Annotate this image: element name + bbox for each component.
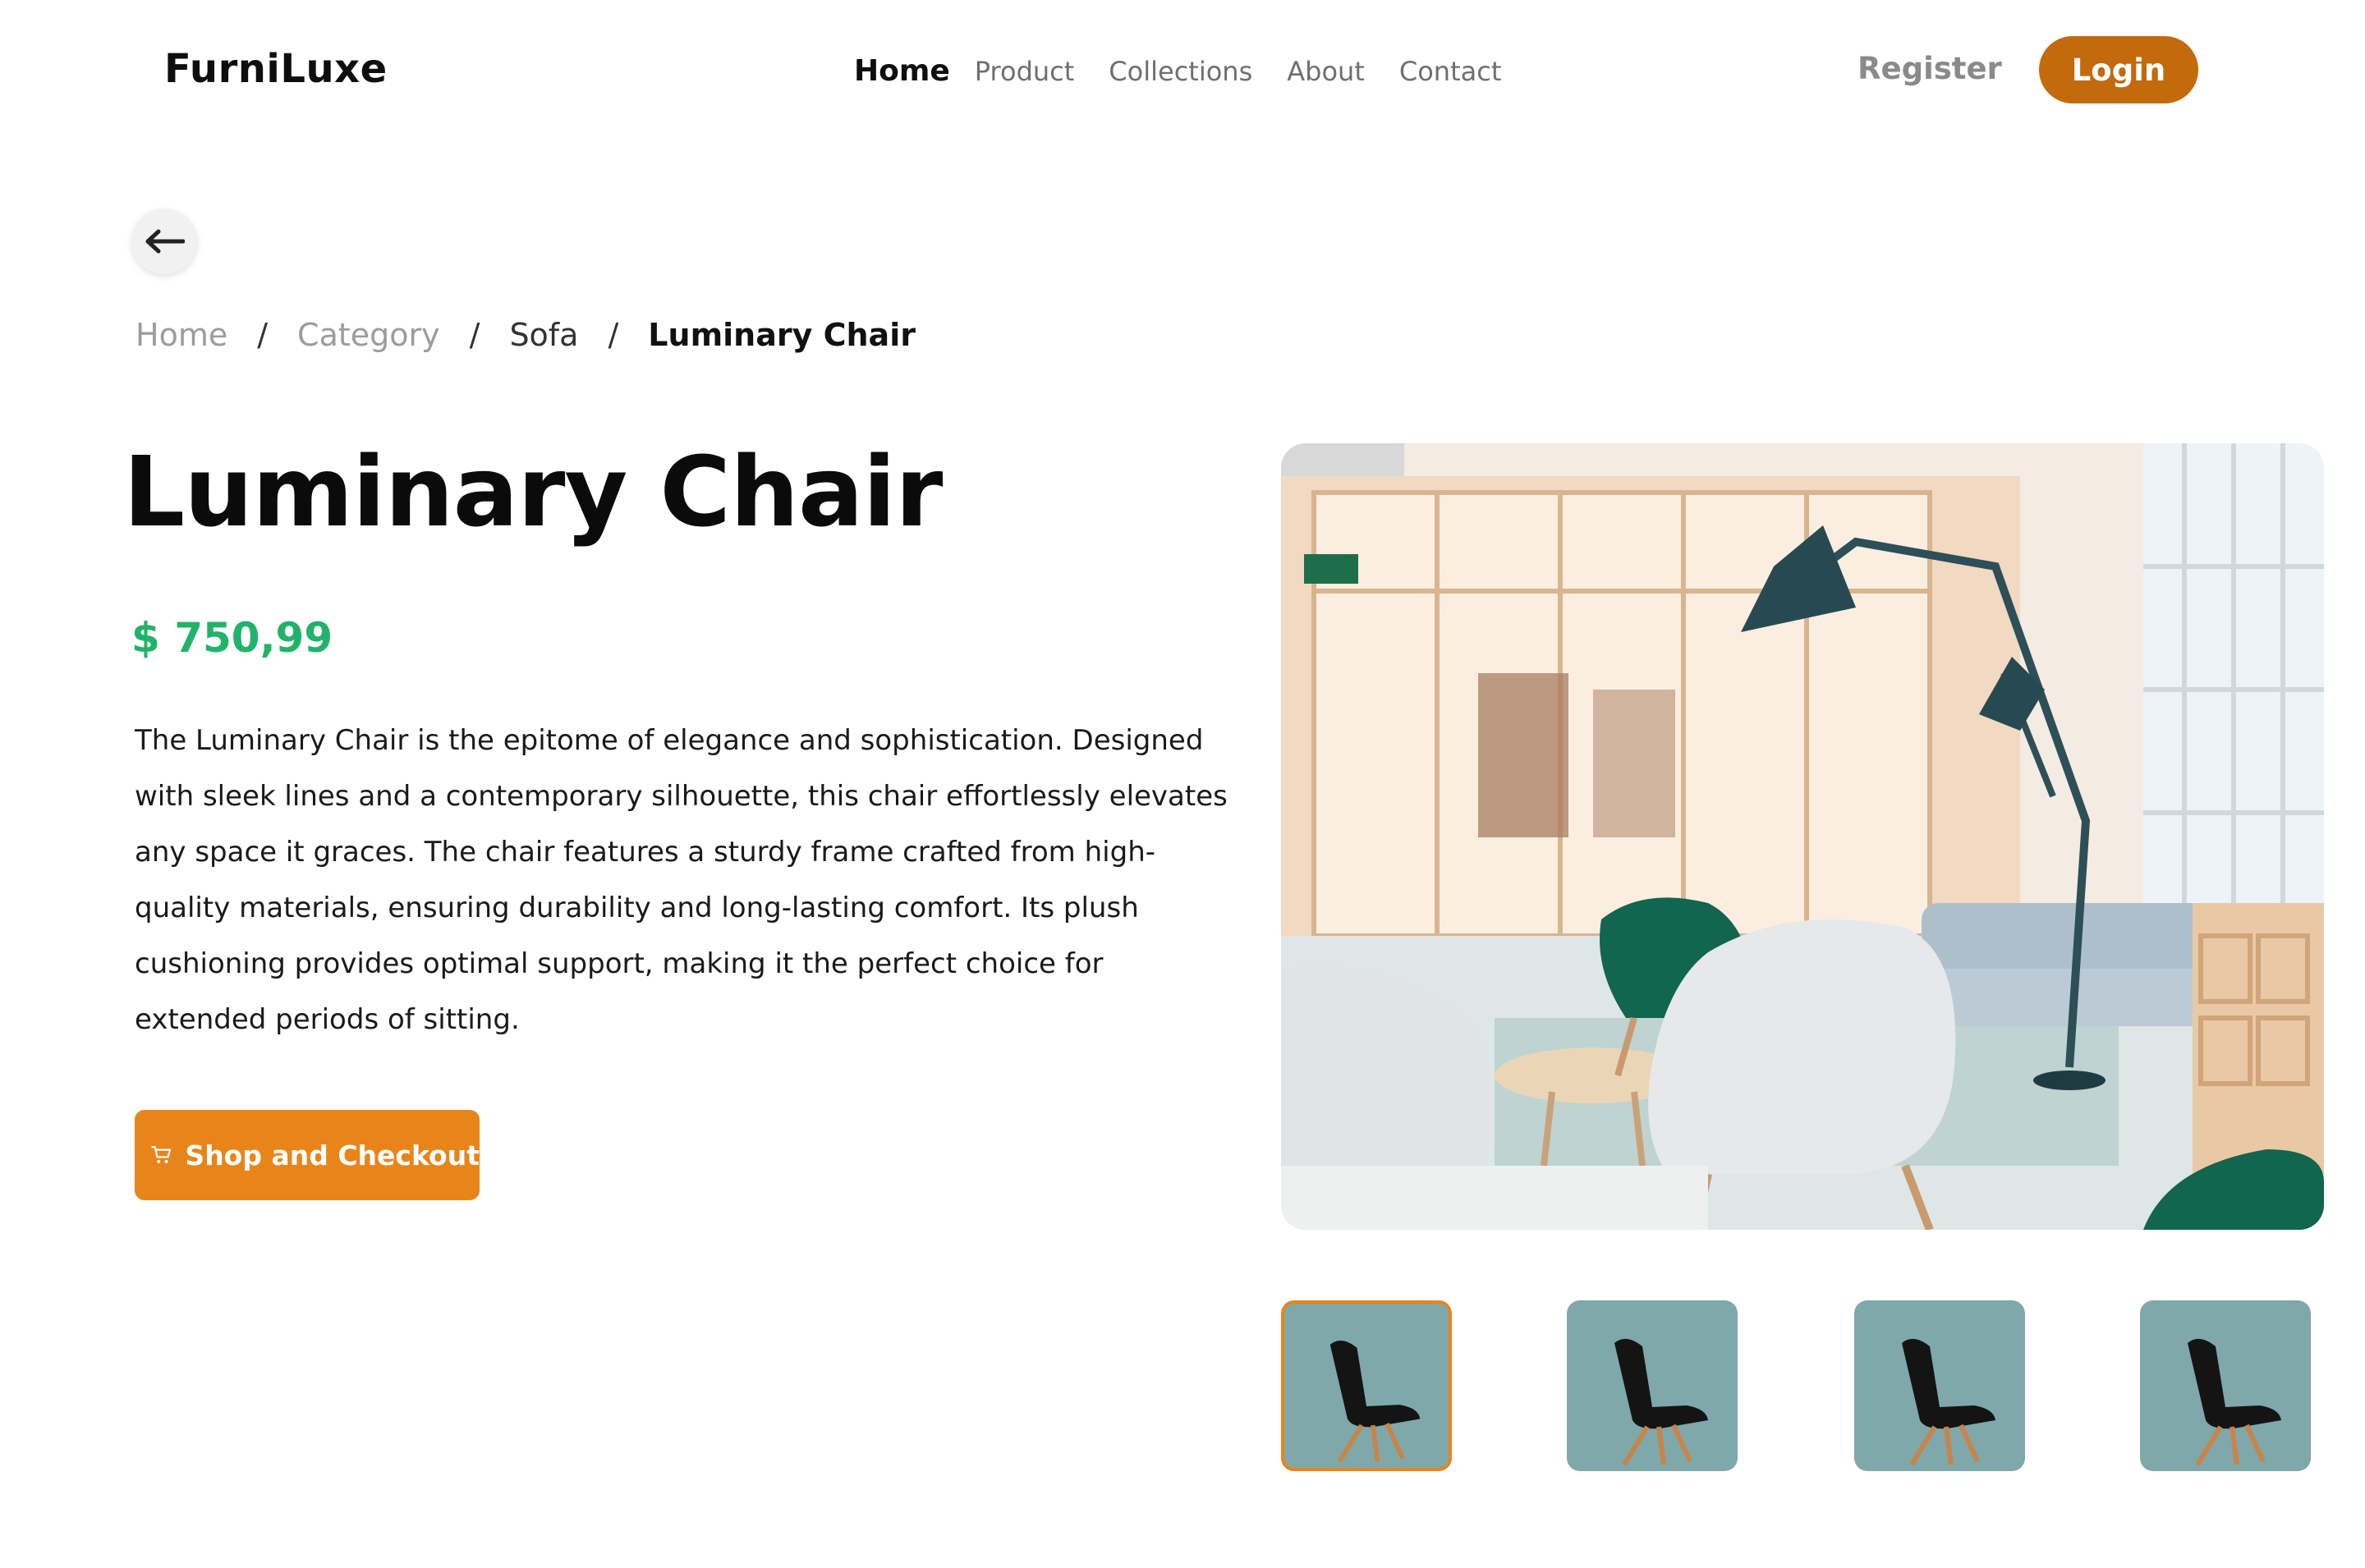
breadcrumb-home[interactable]: Home (135, 317, 227, 353)
back-button[interactable] (131, 209, 197, 274)
shop-checkout-button[interactable]: Shop and Checkout (135, 1110, 480, 1200)
product-main-image (1281, 443, 2324, 1230)
thumbnail-2[interactable] (1567, 1300, 1738, 1471)
cart-icon (151, 1146, 172, 1163)
nav-collections[interactable]: Collections (1109, 56, 1252, 87)
breadcrumb: Home / Category / Sofa / Luminary Chair (135, 317, 916, 353)
login-button[interactable]: Login (2039, 36, 2198, 103)
thumbnail-4[interactable] (2140, 1300, 2311, 1471)
breadcrumb-category[interactable]: Category (297, 317, 440, 353)
nav-product[interactable]: Product (975, 56, 1075, 87)
breadcrumb-separator: / (469, 317, 480, 353)
description-line: cushioning provides optimal support, mak… (135, 947, 1104, 980)
description-line: extended periods of sitting. (135, 1003, 520, 1036)
register-link[interactable]: Register (1858, 51, 2002, 86)
chair-thumbnail-image (2188, 1338, 2281, 1466)
breadcrumb-sofa[interactable]: Sofa (509, 317, 578, 353)
brand-logo[interactable]: FurniLuxe (164, 46, 388, 92)
description-line: with sleek lines and a contemporary silh… (135, 780, 1228, 813)
thumbnail-3[interactable] (1854, 1300, 2025, 1471)
back-arrow-icon (145, 229, 185, 254)
product-description: The Luminary Chair is the epitome of ele… (135, 713, 1228, 1048)
nav-about[interactable]: About (1287, 56, 1365, 87)
shop-checkout-label: Shop and Checkout (185, 1139, 480, 1171)
chair-thumbnail-image (1329, 1341, 1421, 1463)
description-line: quality materials, ensuring durability a… (135, 892, 1139, 924)
thumbnail-1[interactable] (1281, 1300, 1452, 1471)
description-line: The Luminary Chair is the epitome of ele… (135, 724, 1204, 757)
breadcrumb-separator: / (608, 317, 619, 353)
nav-contact[interactable]: Contact (1399, 56, 1502, 87)
chair-thumbnail-image (1902, 1338, 1995, 1466)
nav-home[interactable]: Home (854, 54, 950, 88)
product-price: $ 750,99 (131, 614, 333, 662)
description-line: any space it graces. The chair features … (135, 836, 1156, 869)
breadcrumb-separator: / (257, 317, 269, 353)
main-nav: Home Product Collections About Contact (854, 54, 1536, 88)
breadcrumb-current: Luminary Chair (648, 317, 916, 353)
chair-thumbnail-image (1614, 1338, 1708, 1466)
product-title: Luminary Chair (123, 435, 943, 548)
